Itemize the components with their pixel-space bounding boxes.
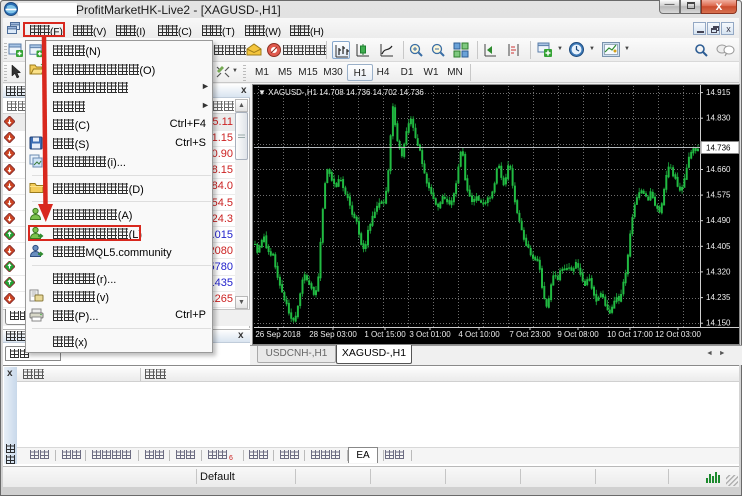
svg-text:7 Oct 23:00: 7 Oct 23:00 [509, 330, 551, 339]
svg-text:10 Oct 17:00: 10 Oct 17:00 [607, 330, 653, 339]
svg-text:28 Sep 03:00: 28 Sep 03:00 [309, 330, 357, 339]
svg-text:14.235: 14.235 [706, 293, 731, 302]
svg-text:14.575: 14.575 [706, 191, 731, 200]
svg-text:4 Oct 10:00: 4 Oct 10:00 [458, 330, 500, 339]
svg-text:14.320: 14.320 [706, 267, 731, 276]
svg-text:14.830: 14.830 [706, 114, 731, 123]
svg-text:9 Oct 08:00: 9 Oct 08:00 [557, 330, 599, 339]
svg-text:14.405: 14.405 [706, 242, 731, 251]
svg-text:14.150: 14.150 [706, 319, 731, 328]
svg-text:14.490: 14.490 [706, 216, 731, 225]
svg-text:14.736: 14.736 [706, 144, 731, 153]
svg-text:14.915: 14.915 [706, 88, 731, 97]
svg-text:12 Oct 03:00: 12 Oct 03:00 [655, 330, 701, 339]
svg-text:14.660: 14.660 [706, 165, 731, 174]
svg-text:1 Oct 15:00: 1 Oct 15:00 [364, 330, 406, 339]
svg-text:3 Oct 01:00: 3 Oct 01:00 [409, 330, 451, 339]
svg-text:26 Sep 2018: 26 Sep 2018 [255, 330, 301, 339]
svg-text:▼ XAGUSD-,H1 14.708 14.736 14: ▼ XAGUSD-,H1 14.708 14.736 14.702 14.736 [258, 88, 424, 97]
